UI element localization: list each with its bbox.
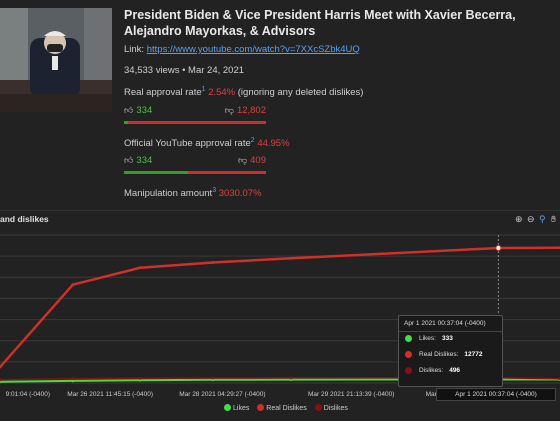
thumb-down-icon: 👎︎: [224, 105, 234, 115]
real-ratio-fill: [124, 121, 128, 124]
real-approval-value: 2.54%: [208, 87, 236, 99]
views-date: 34,533 views • Mar 24, 2021: [124, 65, 245, 76]
manipulation-value: 3030.07%: [218, 188, 262, 200]
data-point[interactable]: [138, 266, 142, 270]
official-likes: 👍︎ 334: [124, 155, 152, 166]
tooltip-likes-label: Likes:: [419, 335, 436, 342]
thumb-up-icon: 👍︎: [124, 105, 134, 115]
x-tick-label: Mar 26 2021 11:45:15 (-0400): [67, 391, 153, 398]
tooltip-real-dislikes-value: 12772: [464, 351, 483, 358]
footnote-3[interactable]: 3: [212, 187, 216, 194]
official-vote-bar: 👍︎ 334 👎︎ 409: [124, 155, 266, 174]
tooltip-dislikes-value: 496: [449, 367, 461, 374]
thumb-up-icon: 👍︎: [124, 155, 134, 165]
thumb-down-icon: 👎︎: [238, 155, 248, 165]
crosshair-marker: [495, 244, 502, 251]
tooltip-header: Apr 1 2021 00:37:04 (-0400): [399, 316, 502, 332]
footnote-2[interactable]: 2: [251, 137, 255, 144]
crosshair-x-label: Apr 1 2021 00:37:04 (-0400): [436, 388, 556, 401]
real-approval-row: Real approval rate1 2.54% (ignoring any …: [124, 86, 363, 98]
official-likes-count: 334: [136, 155, 153, 166]
official-ratio-fill: [124, 171, 188, 174]
footnote-1[interactable]: 1: [202, 86, 206, 93]
real-approval-label: Real approval rate: [124, 87, 202, 99]
tooltip-dislikes-dot: [405, 367, 412, 374]
manipulation-row: Manipulation amount3 3030.07%: [124, 187, 262, 199]
real-likes-count: 334: [136, 105, 153, 116]
real-vote-bar: 👍︎ 334 👎︎ 12,802: [124, 105, 266, 124]
chart-tooltip: Apr 1 2021 00:37:04 (-0400) Likes: 333 Re…: [398, 315, 503, 387]
official-approval-value: 44.95%: [257, 138, 290, 150]
official-dislikes: 👎︎ 409: [238, 155, 266, 166]
legend-real-dislikes-dot: [257, 404, 265, 411]
tooltip-likes-value: 333: [441, 335, 453, 342]
data-point[interactable]: [211, 261, 215, 264]
data-point[interactable]: [289, 256, 293, 260]
manipulation-label: Manipulation amount: [124, 188, 213, 200]
legend-likes[interactable]: Likes: [233, 405, 249, 412]
real-approval-note: (ignoring any deleted dislikes): [237, 87, 364, 99]
legend-dislikes-dot: [314, 404, 322, 411]
tooltip-real-dislikes-dot: [405, 351, 412, 358]
data-point[interactable]: [71, 377, 75, 380]
data-point[interactable]: [211, 376, 215, 380]
legend-dislikes[interactable]: Dislikes: [324, 405, 348, 412]
thumbnail-image: [0, 8, 112, 112]
tooltip-dislikes: Dislikes: 496: [399, 364, 502, 380]
video-thumbnail[interactable]: [0, 8, 112, 112]
real-likes: 👍︎ 334: [124, 105, 152, 116]
legend-likes-dot: [224, 404, 231, 411]
real-dislikes: 👎︎ 12,802: [225, 105, 266, 116]
video-link[interactable]: https://www.youtube.com/watch?v=7XXcSZbk…: [147, 44, 360, 55]
data-point[interactable]: [138, 376, 142, 380]
official-approval-row: Official YouTube approval rate2 44.95%: [124, 137, 290, 149]
real-dislikes-count: 12,802: [236, 105, 266, 116]
x-tick-label: 9:01:04 (-0400): [6, 391, 50, 398]
tooltip-likes: Likes: 333: [399, 332, 502, 348]
x-tick-label: Mar 28 2021 04:29:27 (-0400): [179, 391, 265, 398]
official-ratio-bar: [124, 171, 266, 174]
tooltip-real-dislikes: Real Dislikes: 12772: [399, 348, 502, 364]
data-point[interactable]: [71, 283, 75, 287]
tooltip-dislikes-label: Dislikes:: [419, 367, 444, 374]
data-point[interactable]: [289, 376, 293, 380]
video-title: President Biden & Vice President Harris …: [124, 8, 516, 38]
tooltip-real-dislikes-label: Real Dislikes:: [419, 351, 459, 358]
official-dislikes-count: 409: [250, 155, 266, 166]
official-approval-label: Official YouTube approval rate: [124, 138, 251, 150]
real-ratio-bar: [124, 121, 266, 124]
legend-real-dislikes[interactable]: Real Dislikes: [266, 405, 306, 412]
x-tick-label: Mar 29 2021 21:13:39 (-0400): [308, 391, 394, 398]
link-label: Link:: [124, 44, 145, 55]
link-row: Link: https://www.youtube.com/watch?v=7X…: [124, 44, 360, 55]
tooltip-likes-dot: [405, 335, 412, 342]
chart-legend: Likes Real Dislikes Dislikes: [218, 404, 348, 412]
